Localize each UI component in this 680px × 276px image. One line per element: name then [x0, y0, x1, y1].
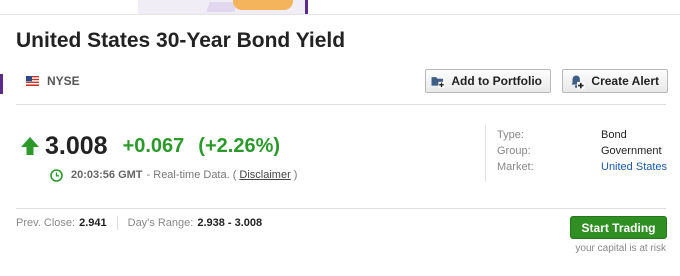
divider	[16, 104, 666, 105]
info-row-type: Type: Bond	[497, 127, 667, 143]
folder-plus-icon	[431, 77, 445, 88]
info-key: Group:	[497, 145, 531, 157]
ad-banner-fragment[interactable]	[138, 0, 308, 14]
create-alert-button[interactable]: Create Alert	[562, 69, 668, 93]
stats-separator	[116, 216, 118, 230]
prev-close-label: Prev. Close:	[16, 217, 76, 229]
clock-icon	[50, 168, 63, 182]
quote-summary: 3.008 +0.067 (+2.26%)	[20, 131, 280, 161]
price-stats: Prev. Close: 2.941 Day's Range: 2.938 - …	[16, 215, 262, 231]
exchange-name: NYSE	[47, 74, 80, 88]
top-banner-strip	[0, 0, 680, 15]
info-value: Government	[601, 145, 662, 157]
days-range-label: Day's Range:	[127, 217, 194, 229]
create-alert-label: Create Alert	[591, 74, 659, 88]
divider	[16, 208, 666, 209]
up-arrow-icon	[21, 137, 39, 155]
realtime-note: - Real-time Data. (	[146, 169, 237, 181]
info-key: Type:	[497, 129, 524, 141]
us-flag-icon	[26, 76, 39, 86]
add-to-portfolio-label: Add to Portfolio	[451, 74, 542, 88]
start-trading-button[interactable]: Start Trading	[570, 216, 667, 239]
info-row-group: Group: Government	[497, 143, 667, 159]
price-change-percent: (+2.26%)	[198, 134, 281, 157]
quote-time: 20:03:56 GMT - Real-time Data. ( Disclai…	[50, 167, 297, 183]
page-title: United States 30-Year Bond Yield	[16, 29, 346, 52]
disclaimer-link[interactable]: Disclaimer	[239, 169, 290, 181]
prev-close-value: 2.941	[79, 217, 107, 229]
info-divider	[485, 125, 486, 182]
ad-graphic	[233, 0, 293, 10]
add-to-portfolio-button[interactable]: Add to Portfolio	[425, 69, 551, 93]
info-key: Market:	[497, 161, 534, 173]
last-price: 3.008	[45, 131, 108, 160]
page-edge-accent	[0, 74, 3, 94]
info-value: Bond	[601, 129, 627, 141]
ad-edge	[305, 0, 308, 14]
quote-timestamp: 20:03:56 GMT	[71, 169, 143, 181]
instrument-info: Type: Bond Group: Government Market: Uni…	[497, 127, 667, 175]
market-link[interactable]: United States	[601, 161, 667, 173]
realtime-note-end: )	[293, 169, 298, 181]
bell-plus-icon	[571, 75, 585, 90]
risk-disclaimer: your capital is at risk	[575, 243, 666, 254]
price-change: +0.067	[122, 134, 185, 157]
exchange-label: NYSE	[26, 74, 80, 88]
days-range-value: 2.938 - 3.008	[197, 217, 263, 229]
info-row-market: Market: United States	[497, 159, 667, 175]
